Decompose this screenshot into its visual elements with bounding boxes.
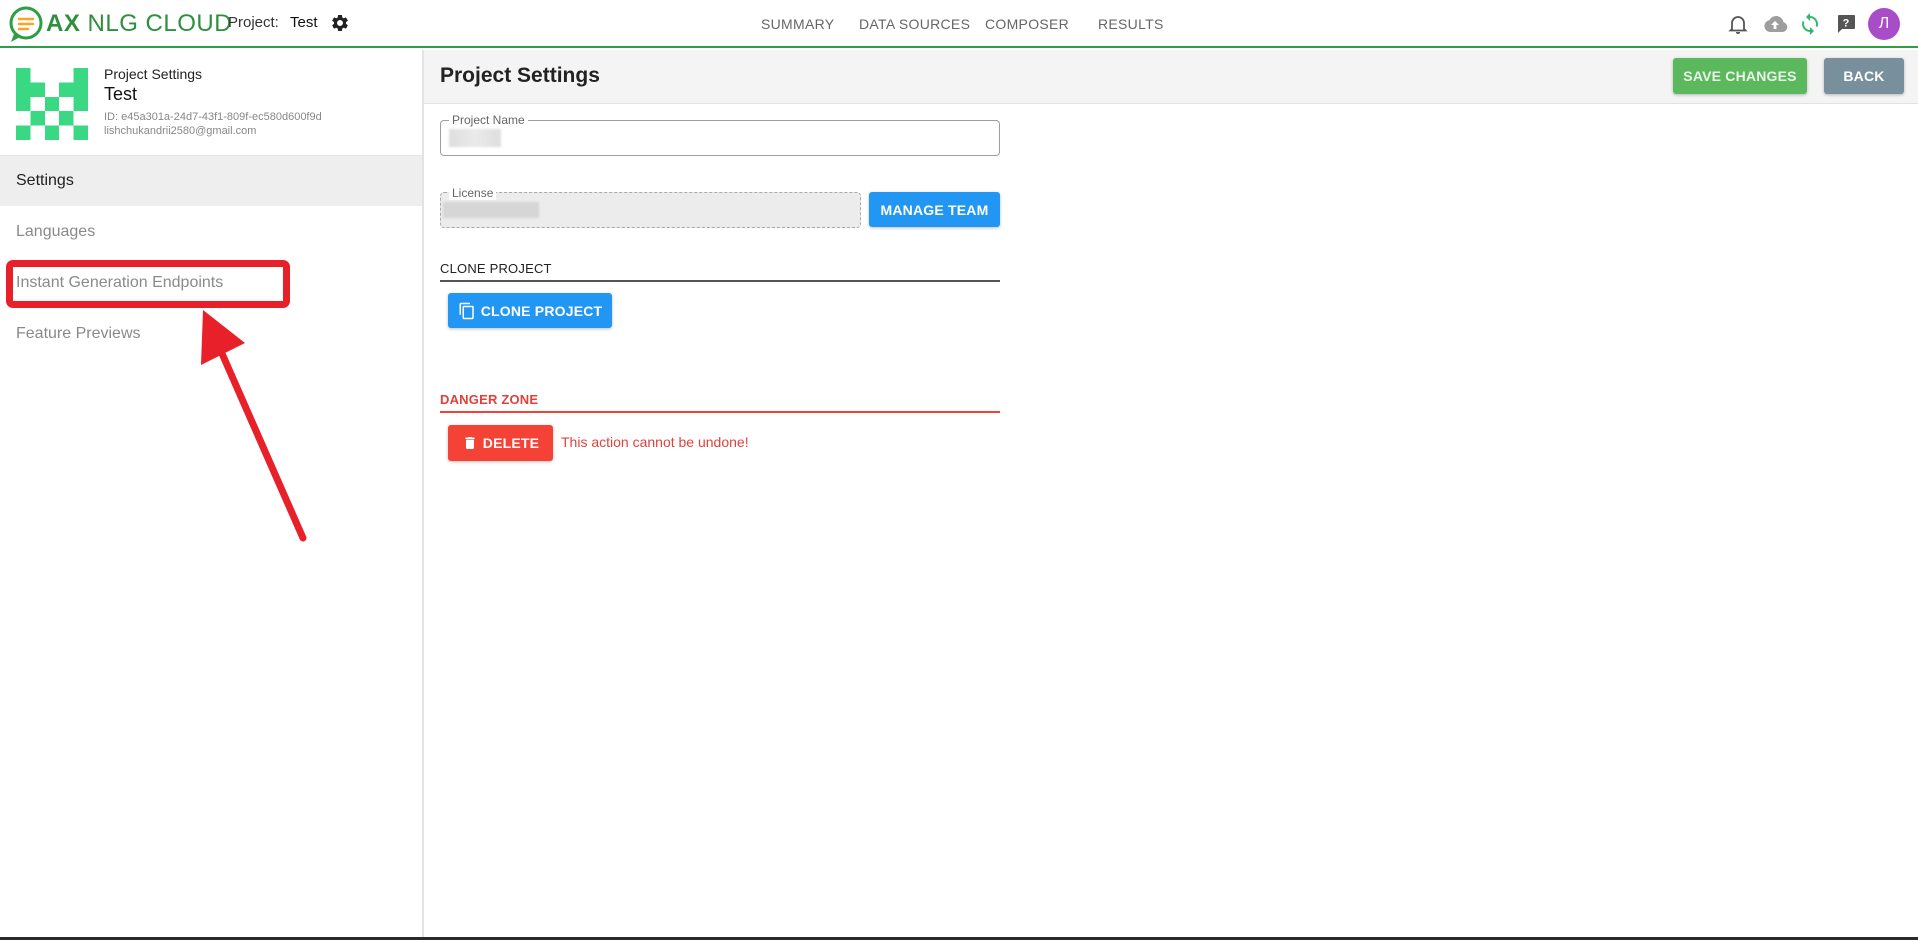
owner-email: lishchukandrii2580@gmail.com xyxy=(104,125,257,137)
project-id: ID: e45a301a-24d7-43f1-809f-ec580d600f9d xyxy=(104,111,322,123)
clone-section-label: CLONE PROJECT xyxy=(440,261,552,276)
license-field xyxy=(440,192,861,228)
feedback-icon[interactable]: ? xyxy=(1834,12,1858,36)
license-legend: License xyxy=(449,186,497,200)
sync-icon[interactable] xyxy=(1798,12,1822,36)
bell-icon[interactable] xyxy=(1726,12,1750,36)
sidebar-item-settings[interactable]: Settings xyxy=(0,156,422,206)
nav-composer[interactable]: COMPOSER xyxy=(985,16,1069,32)
logo-rest-text: NLG CLOUD xyxy=(80,10,233,37)
save-changes-button[interactable]: SAVE CHANGES xyxy=(1673,58,1807,94)
clone-project-label: CLONE PROJECT xyxy=(480,302,603,319)
redacted-project-name xyxy=(449,129,501,147)
back-button[interactable]: BACK xyxy=(1824,58,1904,94)
copy-icon xyxy=(459,302,474,319)
project-identicon xyxy=(16,68,88,140)
cloud-upload-icon[interactable] xyxy=(1761,12,1789,36)
svg-text:?: ? xyxy=(1843,18,1850,30)
gear-icon[interactable] xyxy=(330,13,350,33)
annotation-arrow-icon xyxy=(201,310,307,542)
logo-bold-text: AX xyxy=(46,10,81,37)
sidebar-title: Project Settings xyxy=(104,66,203,82)
project-name[interactable]: Test xyxy=(290,14,318,31)
chat-bubble-logo-icon xyxy=(9,6,43,42)
sidebar-item-languages[interactable]: Languages xyxy=(0,207,422,257)
manage-team-button[interactable]: MANAGE TEAM xyxy=(869,192,1000,227)
sidebar-project-name: Test xyxy=(104,84,138,104)
app-logo[interactable]: AX NLG CLOUD xyxy=(6,4,232,44)
danger-zone-divider xyxy=(440,411,1000,413)
nav-summary[interactable]: SUMMARY xyxy=(761,16,834,32)
annotation-highlight-box xyxy=(6,260,290,308)
clone-section-divider xyxy=(440,280,1000,282)
delete-project-button[interactable]: DELETE xyxy=(448,425,553,461)
project-name-legend: Project Name xyxy=(449,113,528,127)
redacted-license xyxy=(443,202,539,218)
user-avatar[interactable]: Л xyxy=(1868,8,1900,40)
top-bar: AX NLG CLOUD Project: Test SUMMARY DATA … xyxy=(0,0,1918,48)
main-header: Project Settings SAVE CHANGES BACK xyxy=(424,50,1918,104)
page-title: Project Settings xyxy=(440,64,600,87)
project-label: Project: xyxy=(228,14,279,31)
danger-zone-label: DANGER ZONE xyxy=(440,392,539,407)
clone-project-button[interactable]: CLONE PROJECT xyxy=(448,293,612,328)
app-logo-text: AX NLG CLOUD xyxy=(46,10,232,38)
nav-results[interactable]: RESULTS xyxy=(1098,16,1164,32)
delete-warning-text: This action cannot be undone! xyxy=(561,434,749,450)
delete-label: DELETE xyxy=(482,435,540,451)
nav-data-sources[interactable]: DATA SOURCES xyxy=(859,16,970,32)
trash-icon xyxy=(465,437,475,449)
